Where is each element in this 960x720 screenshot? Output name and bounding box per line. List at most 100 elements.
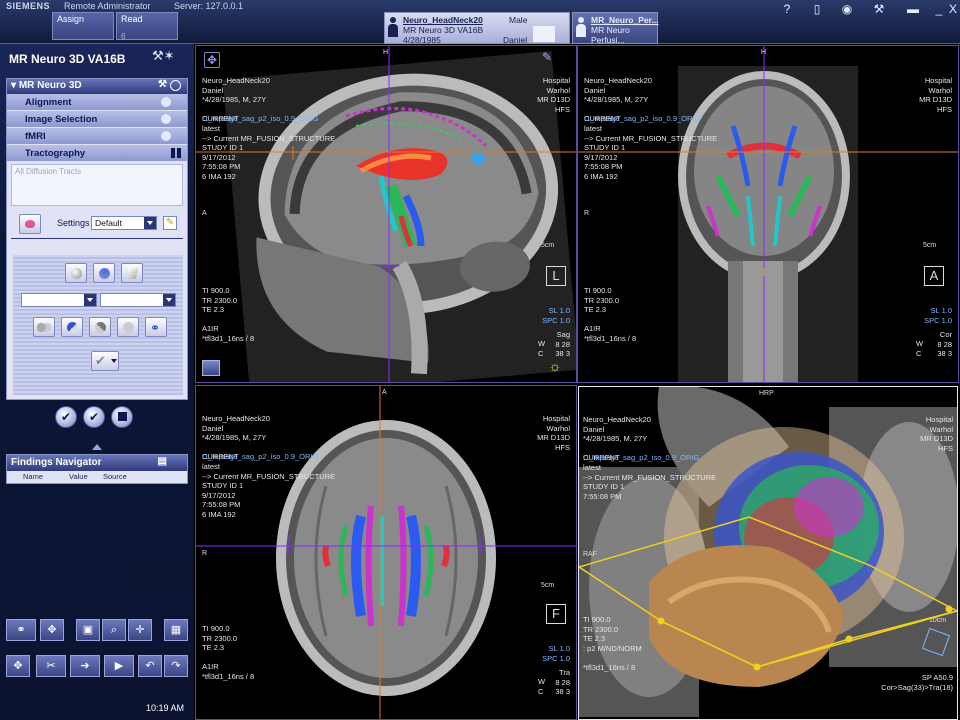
viewport-volume[interactable]: Neuro_HeadNeck20 Daniel *4/28/1985, M, 2… <box>578 386 958 720</box>
close-icon[interactable]: X <box>944 0 960 18</box>
sphere-tool-button[interactable] <box>65 263 87 283</box>
link-views-button[interactable]: ⚭ <box>6 619 36 641</box>
divider <box>11 238 183 239</box>
menu-label: Tractography <box>25 148 86 159</box>
acquisition-overlay: TI 900.0 TR 2300.0 TE 2.3 A1IR *tfl3d1_1… <box>202 286 255 343</box>
undo-button[interactable]: ↶ <box>138 655 162 677</box>
orientation-cube-icon[interactable]: F <box>546 604 566 624</box>
patient-name: Neuro_HeadNeck20 <box>403 15 483 25</box>
box-tool-button[interactable] <box>121 263 143 283</box>
combine-and-button[interactable] <box>33 317 55 337</box>
menu-image-selection[interactable]: Image Selection <box>7 111 187 128</box>
circle-icon <box>123 322 134 333</box>
scale-label: 10cm <box>929 617 947 624</box>
zoom-fit-button[interactable]: ▣ <box>76 619 100 641</box>
seed-icon <box>99 268 110 279</box>
orientation-cube-icon[interactable]: A <box>924 266 944 286</box>
seed-tool-button[interactable] <box>93 263 115 283</box>
gear-icon[interactable]: ◉ <box>838 0 856 18</box>
menu-alignment[interactable]: Alignment <box>7 94 187 111</box>
findings-title: Findings Navigator <box>11 457 102 468</box>
read-button[interactable]: Read 6 <box>116 12 178 41</box>
status-dot-icon <box>161 97 171 107</box>
col-source[interactable]: Source <box>103 472 127 481</box>
window-level-overlay: Cor 8 28 38 3 <box>937 330 952 358</box>
link-button[interactable]: ⚭ <box>145 317 167 337</box>
help-icon[interactable]: ? <box>778 0 796 18</box>
slice-step-button[interactable]: ➜ <box>70 655 100 677</box>
accept-dropdown-button[interactable]: ✔ <box>91 351 119 371</box>
approve-button[interactable]: ✔ <box>55 406 77 428</box>
tools-icon[interactable]: ⚒ <box>870 0 888 18</box>
wc-label: W C <box>538 339 546 358</box>
brightness-icon[interactable]: ☼ <box>546 358 564 376</box>
scale-label: 5cm <box>923 242 937 249</box>
panel-tools-icon[interactable]: ⚒✶ <box>152 48 175 64</box>
acquisition-overlay: TI 900.0 TR 2300.0 TE 2.3 A1IR *tfl3d1_1… <box>584 286 637 343</box>
viewport-axial[interactable]: Neuro_HeadNeck20 Daniel *4/28/1985, M, 2… <box>196 386 576 720</box>
help-circle-icon[interactable] <box>170 80 181 91</box>
cine-button[interactable]: ▶ <box>104 655 134 677</box>
col-name[interactable]: Name <box>23 472 43 481</box>
expand-up-icon[interactable] <box>92 444 102 450</box>
stop-button[interactable] <box>111 406 133 428</box>
delete-button[interactable] <box>117 317 139 337</box>
view-info-overlay: SP A50.9 Cor>Sag(33)>Tra(18) <box>881 673 953 692</box>
zoom-button[interactable]: ⌕ <box>102 619 126 641</box>
image-stack-icon[interactable] <box>202 360 220 376</box>
application-title: MR Neuro 3D VA16B <box>9 52 126 66</box>
chevron-down-icon <box>84 294 96 306</box>
patient-dob: 4/28/1985 <box>403 35 441 45</box>
study-info-overlay: latest --> Current MR_FUSION_STRUCTURE S… <box>583 463 717 501</box>
settings-dropdown[interactable]: Default <box>91 216 157 230</box>
pencil-icon[interactable]: ✎ <box>542 50 558 66</box>
checkmark-icon: ✔ <box>60 410 72 424</box>
study-info-overlay: latest --> Current MR_FUSION_STRUCTURE S… <box>584 124 718 181</box>
orientation-left: R <box>202 550 208 557</box>
patient-tab-active[interactable]: Neuro_HeadNeck20 Male MR Neuro 3D VA16B … <box>384 12 570 45</box>
viewport-sagittal[interactable]: Neuro_HeadNeck20 Daniel *4/28/1985, M, 2… <box>196 46 576 382</box>
series-name-overlay: t1_mprage_sag_p2_iso_0.9_ORIG <box>202 114 319 123</box>
move-icon[interactable]: ✥ <box>204 52 220 68</box>
collapse-arrow-icon: ▾ <box>11 80 17 91</box>
chevron-down-icon <box>144 217 156 229</box>
workflow-card-header[interactable]: ▾ MR Neuro 3D ⚒ <box>7 79 187 94</box>
apply-button[interactable]: ✔ <box>83 406 105 428</box>
pan-button[interactable]: ✥ <box>40 619 64 641</box>
patient-tab-second[interactable]: MR_Neuro_Per... MR Neuro Perfusi... <box>572 12 659 45</box>
printer-icon[interactable]: ▬ <box>904 0 922 18</box>
assign-button[interactable]: Assign <box>52 12 114 40</box>
top-bar: SIEMENS Remote Administrator Server: 127… <box>0 0 960 45</box>
scissors-button[interactable]: ✂ <box>36 655 66 677</box>
read-label: Read <box>121 14 143 24</box>
menu-fmri[interactable]: fMRI <box>7 128 187 145</box>
layout-button[interactable]: ▦ <box>164 619 188 641</box>
slice-thickness-overlay: SL 1.0 SPC 1.0 <box>924 306 952 325</box>
menu-tractography[interactable]: Tractography <box>7 145 187 162</box>
subtract-button[interactable] <box>89 317 111 337</box>
workflow-card: ▾ MR Neuro 3D ⚒ Alignment Image Selectio… <box>6 78 188 400</box>
menu-label: Alignment <box>25 97 72 108</box>
tract-filter-dropdown-1[interactable] <box>21 293 97 307</box>
viewport-coronal[interactable]: Neuro_HeadNeck20 Daniel *4/28/1985, M, 2… <box>578 46 958 382</box>
fit-view-button[interactable]: ✥ <box>6 655 30 677</box>
crosshair-button[interactable]: ✛ <box>128 619 152 641</box>
phone-icon[interactable]: ▯ <box>808 0 826 18</box>
window-level-overlay: Sag 8 28 38 3 <box>555 330 570 358</box>
subtract-icon <box>95 322 106 333</box>
findings-header[interactable]: Findings Navigator ▤ <box>7 455 187 471</box>
settings-value: Default <box>95 218 122 228</box>
findings-tools-icon[interactable]: ▤ <box>158 456 167 467</box>
redo-button[interactable]: ↷ <box>164 655 188 677</box>
col-value[interactable]: Value <box>69 472 88 481</box>
tract-filter-dropdown-2[interactable] <box>100 293 176 307</box>
orientation-cube-icon[interactable]: L <box>546 266 566 286</box>
stop-icon <box>117 412 127 421</box>
wrench-icon[interactable]: ⚒ <box>158 79 167 90</box>
brain-preset-button[interactable] <box>19 214 41 234</box>
split-button[interactable] <box>61 317 83 337</box>
tool-area: ⚭ ✔ <box>13 255 183 395</box>
patient-study: MR Neuro 3D VA16B <box>403 25 484 35</box>
tracts-list[interactable]: All Diffusion Tracts <box>11 164 183 206</box>
edit-pencil-icon[interactable]: ✎ <box>163 216 177 230</box>
